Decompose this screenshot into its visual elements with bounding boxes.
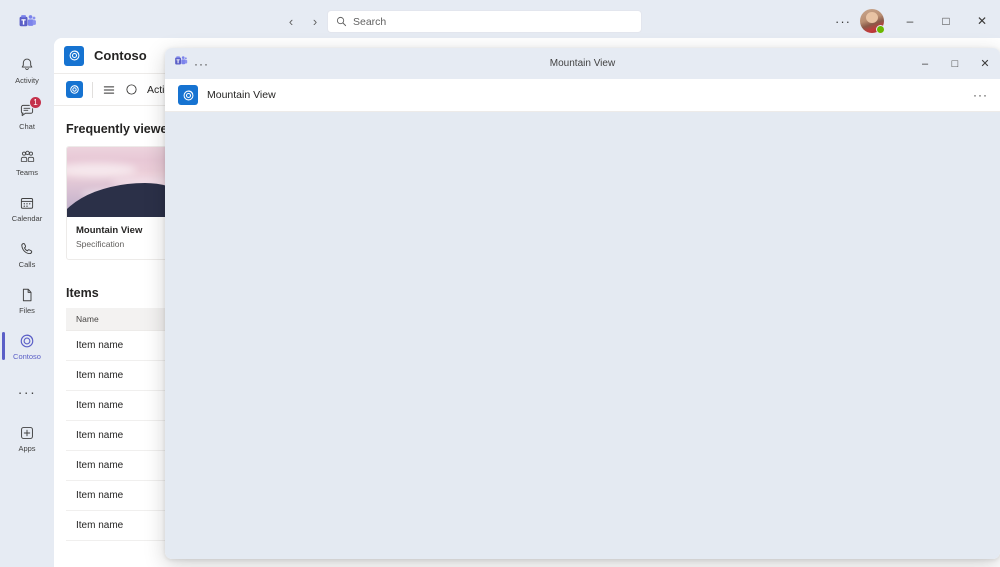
sidebar-item-label: Activity	[15, 76, 39, 86]
sidebar-item-calendar[interactable]: Calendar	[0, 186, 54, 230]
dialog-minimize-button[interactable]: –	[910, 48, 940, 79]
card-meta: Mountain View Specification	[67, 217, 173, 259]
chat-unread-badge: 1	[29, 96, 42, 110]
dialog-titlebar: ··· Mountain View – □ ✕	[165, 48, 1000, 79]
dialog-titlebar-left: ···	[165, 54, 209, 73]
sidebar-item-label: Chat	[19, 122, 35, 132]
dialog-content-header: Mountain View ···	[165, 79, 1000, 112]
card-subtitle: Specification	[76, 239, 125, 249]
sidebar-more-button[interactable]: ···	[0, 370, 54, 414]
sidebar-item-apps[interactable]: Apps	[0, 416, 54, 460]
bell-icon	[19, 55, 35, 75]
sidebar-item-activity[interactable]: Activity	[0, 48, 54, 92]
sidebar-item-label: Apps	[18, 444, 36, 454]
sidebar-item-label: Teams	[15, 168, 39, 178]
teams-logo-icon	[174, 54, 188, 73]
app-title: Contoso	[94, 48, 147, 63]
presence-indicator	[876, 25, 885, 34]
action-contoso-logo-icon	[66, 81, 83, 98]
history-nav: ‹ ›	[280, 10, 326, 32]
plus-square-icon	[19, 423, 35, 443]
sidebar-item-chat[interactable]: 1 Chat	[0, 94, 54, 138]
file-icon	[19, 285, 35, 305]
sidebar-item-label: Files	[19, 306, 35, 316]
sidebar-item-label: Calls	[18, 260, 36, 270]
calendar-icon	[19, 193, 35, 213]
close-button[interactable]: ✕	[964, 0, 1000, 42]
left-rail: Activity 1 Chat Teams Calendar Calls Fil…	[0, 42, 54, 567]
sidebar-item-label: Contoso	[13, 352, 41, 362]
dialog-maximize-button[interactable]: □	[940, 48, 970, 79]
teams-logo-icon	[0, 12, 54, 31]
mountain-view-dialog: ··· Mountain View – □ ✕ Mountain View ··…	[165, 48, 1000, 559]
circle-icon[interactable]	[125, 83, 138, 96]
search-bar[interactable]	[327, 10, 642, 33]
contoso-logo-icon	[64, 45, 84, 66]
contoso-logo-icon	[178, 85, 198, 105]
teams-icon	[19, 147, 36, 167]
sidebar-item-files[interactable]: Files	[0, 278, 54, 322]
cloud-shape	[67, 163, 137, 177]
sidebar-item-calls[interactable]: Calls	[0, 232, 54, 276]
sidebar-item-label: Calendar	[11, 214, 43, 224]
dialog-content-overflow-button[interactable]: ···	[973, 88, 988, 102]
contoso-icon	[19, 331, 35, 351]
forward-button[interactable]: ›	[304, 10, 326, 32]
frequently-viewed-card[interactable]: Mountain View Specification	[66, 146, 174, 260]
hamburger-icon[interactable]	[102, 83, 116, 97]
titlebar-overflow-button[interactable]: ···	[830, 8, 856, 34]
maximize-button[interactable]: □	[928, 0, 964, 42]
card-title: Mountain View	[76, 225, 143, 236]
teams-desktop-window: ‹ › ··· – □ ✕	[0, 0, 1000, 567]
avatar[interactable]	[860, 9, 885, 34]
mountain-silhouette	[67, 183, 173, 217]
mountain-sunset-thumbnail	[67, 147, 173, 217]
window-titlebar: ‹ › ··· – □ ✕	[0, 0, 1000, 42]
back-button[interactable]: ‹	[280, 10, 302, 32]
search-input[interactable]	[353, 15, 633, 28]
dialog-window-controls: – □ ✕	[910, 48, 1000, 79]
chat-icon: 1	[19, 96, 42, 121]
sidebar-item-contoso[interactable]: Contoso	[0, 324, 54, 368]
search-icon	[336, 16, 347, 27]
dialog-overflow-button[interactable]: ···	[194, 57, 209, 71]
dialog-content-title: Mountain View	[207, 89, 276, 101]
minimize-button[interactable]: –	[892, 0, 928, 42]
action-bar-divider	[92, 81, 93, 98]
dialog-body	[165, 112, 1000, 559]
window-controls: ··· – □ ✕	[830, 0, 1000, 42]
dialog-close-button[interactable]: ✕	[970, 48, 1000, 79]
sidebar-item-teams[interactable]: Teams	[0, 140, 54, 184]
dialog-title: Mountain View	[549, 58, 616, 69]
more-icon: ···	[17, 384, 37, 400]
phone-icon	[19, 239, 35, 259]
